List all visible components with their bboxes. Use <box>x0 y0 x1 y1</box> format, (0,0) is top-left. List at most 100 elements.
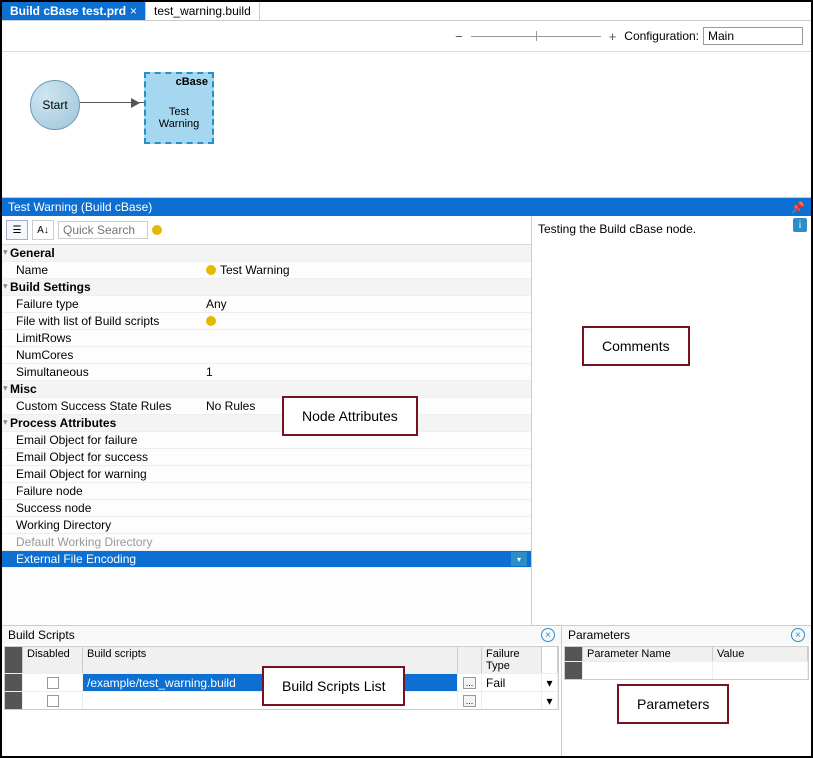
prop-file-scripts-label: File with list of Build scripts <box>2 313 202 329</box>
prop-failure-node-label: Failure node <box>2 483 202 499</box>
table-row[interactable] <box>565 661 808 679</box>
table-row[interactable]: /example/test_warning.build ... Fail ▾ <box>5 673 558 691</box>
comments-text: Testing the Build cBase node. <box>538 222 696 236</box>
property-grid: General NameTest Warning Build Settings … <box>2 245 531 625</box>
tab-test-warning[interactable]: test_warning.build <box>146 2 260 20</box>
close-panel-icon[interactable]: × <box>541 628 555 642</box>
prop-failure-type-label: Failure type <box>2 296 202 312</box>
script-cell[interactable] <box>83 691 458 709</box>
zoom-out-icon[interactable]: − <box>451 29 467 44</box>
build-scripts-panel: Build Scripts × Disabled Build scripts F… <box>2 626 562 756</box>
failure-cell[interactable] <box>482 691 542 709</box>
prop-working-dir-value[interactable] <box>202 517 531 533</box>
chevron-down-icon[interactable]: ▾ <box>542 673 558 691</box>
close-panel-icon[interactable]: × <box>791 628 805 642</box>
sort-button[interactable]: A↓ <box>32 220 54 240</box>
chevron-down-icon[interactable]: ▾ <box>542 691 558 709</box>
prop-email-success-value[interactable] <box>202 449 531 465</box>
pin-icon[interactable]: 📌 <box>791 201 805 214</box>
properties-header: Test Warning (Build cBase) 📌 <box>2 198 811 216</box>
prop-success-node-label: Success node <box>2 500 202 516</box>
comments-panel[interactable]: i Testing the Build cBase node. Comments <box>532 216 811 625</box>
warning-badge-icon <box>152 225 162 235</box>
prop-email-warning-value[interactable] <box>202 466 531 482</box>
row-selector-icon[interactable] <box>5 691 23 709</box>
build-scripts-table: Disabled Build scripts Failure Type /exa… <box>4 646 559 710</box>
prop-external-encoding-label: External File Encoding <box>2 551 202 567</box>
tab-label: test_warning.build <box>154 4 251 18</box>
prop-file-scripts-value[interactable] <box>202 313 531 329</box>
start-node[interactable]: Start <box>30 80 80 130</box>
param-value-header[interactable]: Value <box>713 647 808 661</box>
warning-badge-icon <box>206 265 216 275</box>
tab-build-cbase[interactable]: Build cBase test.prd × <box>2 2 146 20</box>
prop-limitrows-value[interactable] <box>202 330 531 346</box>
prop-external-encoding-value[interactable]: ▾ <box>202 551 531 567</box>
zoom-in-icon[interactable]: + <box>605 29 621 44</box>
table-row[interactable]: ... ▾ <box>5 691 558 709</box>
chevron-down-icon[interactable]: ▾ <box>511 552 527 566</box>
parameters-table: Parameter Name Value <box>564 646 809 680</box>
tab-label: Build cBase test.prd <box>10 4 126 18</box>
parameters-title: Parameters <box>568 628 630 642</box>
param-value-cell[interactable] <box>713 661 808 679</box>
start-node-label: Start <box>42 98 67 112</box>
prop-success-node-value[interactable] <box>202 500 531 516</box>
close-icon[interactable]: × <box>130 4 137 18</box>
config-bar: − + Configuration: <box>2 21 811 52</box>
prop-email-success-label: Email Object for success <box>2 449 202 465</box>
cbase-node[interactable]: cBase Test Warning <box>144 72 214 144</box>
connector-arrow <box>80 102 144 103</box>
disabled-checkbox[interactable] <box>47 695 59 707</box>
workflow-canvas[interactable]: Start cBase Test Warning <box>2 52 811 198</box>
prop-working-dir-label: Working Directory <box>2 517 202 533</box>
prop-email-failure-value[interactable] <box>202 432 531 448</box>
param-name-cell[interactable] <box>583 661 713 679</box>
script-cell[interactable]: /example/test_warning.build <box>83 673 458 691</box>
configuration-select[interactable] <box>703 27 803 45</box>
document-tabs: Build cBase test.prd × test_warning.buil… <box>2 2 811 21</box>
row-selector-header <box>5 647 23 673</box>
failure-cell[interactable]: Fail <box>482 673 542 691</box>
group-misc[interactable]: Misc <box>2 381 531 397</box>
row-selector-icon[interactable] <box>565 661 583 679</box>
prop-limitrows-label: LimitRows <box>2 330 202 346</box>
prop-custom-rules-value[interactable]: No Rules <box>202 398 531 414</box>
parameters-panel: Parameters × Parameter Name Value Parame… <box>562 626 811 756</box>
prop-custom-rules-label: Custom Success State Rules <box>2 398 202 414</box>
prop-name-label: Name <box>2 262 202 278</box>
prop-simultaneous-value[interactable]: 1 <box>202 364 531 380</box>
warning-badge-icon <box>206 316 216 326</box>
disabled-header[interactable]: Disabled <box>23 647 83 673</box>
prop-default-working-dir-label: Default Working Directory <box>2 534 202 550</box>
param-name-header[interactable]: Parameter Name <box>583 647 713 661</box>
browse-header <box>458 647 482 673</box>
prop-email-failure-label: Email Object for failure <box>2 432 202 448</box>
zoom-slider[interactable] <box>471 27 601 45</box>
browse-button[interactable]: ... <box>463 695 477 707</box>
categorize-button[interactable]: ☰ <box>6 220 28 240</box>
prop-numcores-value[interactable] <box>202 347 531 363</box>
annotation-comments: Comments <box>582 326 690 366</box>
group-build-settings[interactable]: Build Settings <box>2 279 531 295</box>
row-selector-icon[interactable] <box>5 673 23 691</box>
prop-failure-node-value[interactable] <box>202 483 531 499</box>
script-header[interactable]: Build scripts <box>83 647 458 673</box>
group-process-attributes[interactable]: Process Attributes <box>2 415 531 431</box>
prop-email-warning-label: Email Object for warning <box>2 466 202 482</box>
failure-type-header[interactable]: Failure Type <box>482 647 542 673</box>
attributes-toolbar: ☰ A↓ <box>2 216 531 245</box>
prop-numcores-label: NumCores <box>2 347 202 363</box>
prop-default-working-dir-value <box>202 534 531 550</box>
disabled-checkbox[interactable] <box>47 677 59 689</box>
info-icon[interactable]: i <box>793 218 807 232</box>
prop-name-value[interactable]: Test Warning <box>202 262 531 278</box>
prop-failure-type-value[interactable]: Any <box>202 296 531 312</box>
browse-button[interactable]: ... <box>463 677 477 689</box>
search-input[interactable] <box>58 221 148 239</box>
build-scripts-title: Build Scripts <box>8 628 75 642</box>
cbase-label: Test Warning <box>148 106 210 130</box>
dropdown-header <box>542 647 558 673</box>
configuration-label: Configuration: <box>624 29 699 43</box>
group-general[interactable]: General <box>2 245 531 261</box>
